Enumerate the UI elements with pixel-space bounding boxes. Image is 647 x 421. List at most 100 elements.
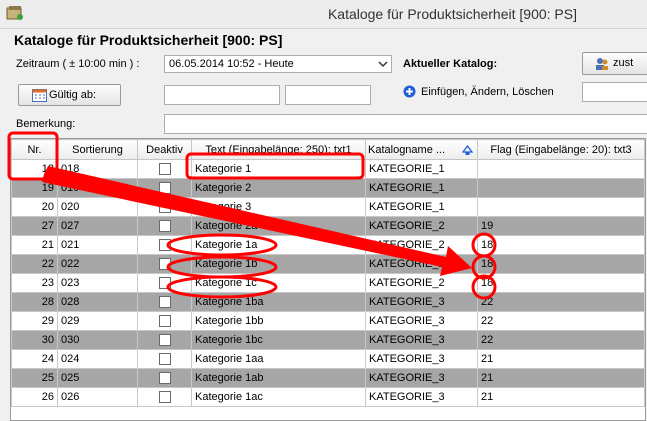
cell-nr: 20 (11, 197, 58, 217)
cell-katalogname[interactable]: KATEGORIE_3 (365, 311, 478, 331)
cell-flag[interactable] (477, 159, 645, 179)
table-row[interactable]: 19 019 Kategorie 2 KATEGORIE_1 (11, 178, 645, 198)
cell-text[interactable]: Kategorie 1bc (191, 330, 366, 350)
column-header-katalogname[interactable]: Katalogname ... (365, 139, 478, 160)
cell-text[interactable]: Kategorie 2 (191, 178, 366, 198)
deaktiv-checkbox[interactable] (158, 315, 171, 328)
deaktiv-checkbox[interactable] (158, 296, 171, 309)
deaktiv-checkbox[interactable] (158, 239, 171, 252)
gueltig-ab-label: Gültig ab: (49, 89, 97, 101)
cell-nr: 24 (11, 349, 58, 369)
cell-deaktiv (137, 387, 192, 407)
table-row[interactable]: 20 020 Kategorie 3 KATEGORIE_1 (11, 197, 645, 217)
cell-katalogname[interactable]: KATEGORIE_3 (365, 368, 478, 388)
cell-flag[interactable]: 21 (477, 368, 645, 388)
cell-deaktiv (137, 273, 192, 293)
cell-deaktiv (137, 159, 192, 179)
cell-deaktiv (137, 292, 192, 312)
cell-flag[interactable] (477, 197, 645, 217)
cell-katalogname[interactable]: KATEGORIE_2 (365, 273, 478, 293)
table-row[interactable]: 18 018 Kategorie 1 KATEGORIE_1 (11, 159, 645, 179)
cell-katalogname[interactable]: KATEGORIE_1 (365, 159, 478, 179)
deaktiv-checkbox[interactable] (158, 258, 171, 271)
cell-nr: 25 (11, 368, 58, 388)
sort-up-icon[interactable] (462, 144, 473, 155)
cell-text[interactable]: Kategorie 2a (191, 216, 366, 236)
deaktiv-checkbox[interactable] (158, 201, 171, 214)
cell-flag[interactable] (477, 178, 645, 198)
cell-flag[interactable]: 18 (477, 235, 645, 255)
table-row[interactable]: 27 027 Kategorie 2a KATEGORIE_2 19 (11, 216, 645, 236)
cell-flag[interactable]: 21 (477, 387, 645, 407)
zuordnen-button[interactable]: zust (582, 52, 647, 75)
cell-flag[interactable]: 18 (477, 273, 645, 293)
column-header-sortierung[interactable]: Sortierung (57, 139, 138, 160)
gueltig-ab-button[interactable]: Gültig ab: (18, 84, 121, 106)
table-row[interactable]: 26 026 Kategorie 1ac KATEGORIE_3 21 (11, 387, 645, 407)
cell-flag[interactable]: 21 (477, 349, 645, 369)
cell-text[interactable]: Kategorie 1b (191, 254, 366, 274)
catalog-input[interactable] (582, 82, 647, 102)
cell-katalogname[interactable]: KATEGORIE_2 (365, 254, 478, 274)
cell-katalogname[interactable]: KATEGORIE_1 (365, 197, 478, 217)
cell-text[interactable]: Kategorie 1bb (191, 311, 366, 331)
cell-text[interactable]: Kategorie 3 (191, 197, 366, 217)
bemerkung-input[interactable] (164, 114, 647, 134)
gueltig-to-input[interactable] (285, 85, 371, 105)
cell-text[interactable]: Kategorie 1a (191, 235, 366, 255)
cell-nr: 29 (11, 311, 58, 331)
cell-text[interactable]: Kategorie 1ac (191, 387, 366, 407)
deaktiv-checkbox[interactable] (158, 163, 171, 176)
table-row[interactable]: 23 023 Kategorie 1c KATEGORIE_2 18 (11, 273, 645, 293)
table-row[interactable]: 21 021 Kategorie 1a KATEGORIE_2 18 (11, 235, 645, 255)
cell-nr: 28 (11, 292, 58, 312)
cell-flag[interactable]: 22 (477, 330, 645, 350)
column-header-deaktiv[interactable]: Deaktiv (137, 139, 192, 160)
cell-flag[interactable]: 19 (477, 216, 645, 236)
column-header-nr[interactable]: Nr. (11, 139, 58, 160)
cell-text[interactable]: Kategorie 1ab (191, 368, 366, 388)
cell-text[interactable]: Kategorie 1aa (191, 349, 366, 369)
cell-deaktiv (137, 311, 192, 331)
cell-sortierung: 025 (57, 368, 138, 388)
column-header-flag[interactable]: Flag (Eingabelänge: 20): txt3 (477, 139, 645, 160)
zeitraum-value: 06.05.2014 10:52 - Heute (169, 58, 294, 70)
deaktiv-checkbox[interactable] (158, 277, 171, 290)
cell-text[interactable]: Kategorie 1 (191, 159, 366, 179)
cell-katalogname[interactable]: KATEGORIE_3 (365, 330, 478, 350)
zeitraum-select[interactable]: 06.05.2014 10:52 - Heute (164, 55, 392, 73)
cell-katalogname[interactable]: KATEGORIE_1 (365, 178, 478, 198)
plus-icon[interactable] (403, 85, 416, 98)
deaktiv-checkbox[interactable] (158, 334, 171, 347)
deaktiv-checkbox[interactable] (158, 220, 171, 233)
cell-katalogname[interactable]: KATEGORIE_3 (365, 349, 478, 369)
deaktiv-checkbox[interactable] (158, 353, 171, 366)
cell-sortierung: 029 (57, 311, 138, 331)
cell-text[interactable]: Kategorie 1c (191, 273, 366, 293)
table-row[interactable]: 22 022 Kategorie 1b KATEGORIE_2 18 (11, 254, 645, 274)
cell-flag[interactable]: 22 (477, 311, 645, 331)
deaktiv-checkbox[interactable] (158, 182, 171, 195)
insert-edit-delete-link[interactable]: Einfügen, Ändern, Löschen (421, 86, 554, 98)
cell-text[interactable]: Kategorie 1ba (191, 292, 366, 312)
table-row[interactable]: 30 030 Kategorie 1bc KATEGORIE_3 22 (11, 330, 645, 350)
cell-sortierung: 027 (57, 216, 138, 236)
column-header-text[interactable]: Text (Eingabelänge: 250): txt1 (191, 139, 366, 160)
cell-nr: 30 (11, 330, 58, 350)
deaktiv-checkbox[interactable] (158, 391, 171, 404)
gueltig-from-input[interactable] (164, 85, 280, 105)
cell-katalogname[interactable]: KATEGORIE_2 (365, 216, 478, 236)
table-row[interactable]: 28 028 Kategorie 1ba KATEGORIE_3 22 (11, 292, 645, 312)
cell-flag[interactable]: 18 (477, 254, 645, 274)
table-body: 18 018 Kategorie 1 KATEGORIE_1 19 019 Kategori… (11, 159, 645, 407)
cell-deaktiv (137, 349, 192, 369)
table-row[interactable]: 24 024 Kategorie 1aa KATEGORIE_3 21 (11, 349, 645, 369)
cell-katalogname[interactable]: KATEGORIE_3 (365, 292, 478, 312)
cell-katalogname[interactable]: KATEGORIE_2 (365, 235, 478, 255)
chevron-down-icon[interactable] (377, 58, 389, 70)
cell-katalogname[interactable]: KATEGORIE_3 (365, 387, 478, 407)
table-row[interactable]: 25 025 Kategorie 1ab KATEGORIE_3 21 (11, 368, 645, 388)
deaktiv-checkbox[interactable] (158, 372, 171, 385)
cell-flag[interactable]: 22 (477, 292, 645, 312)
table-row[interactable]: 29 029 Kategorie 1bb KATEGORIE_3 22 (11, 311, 645, 331)
